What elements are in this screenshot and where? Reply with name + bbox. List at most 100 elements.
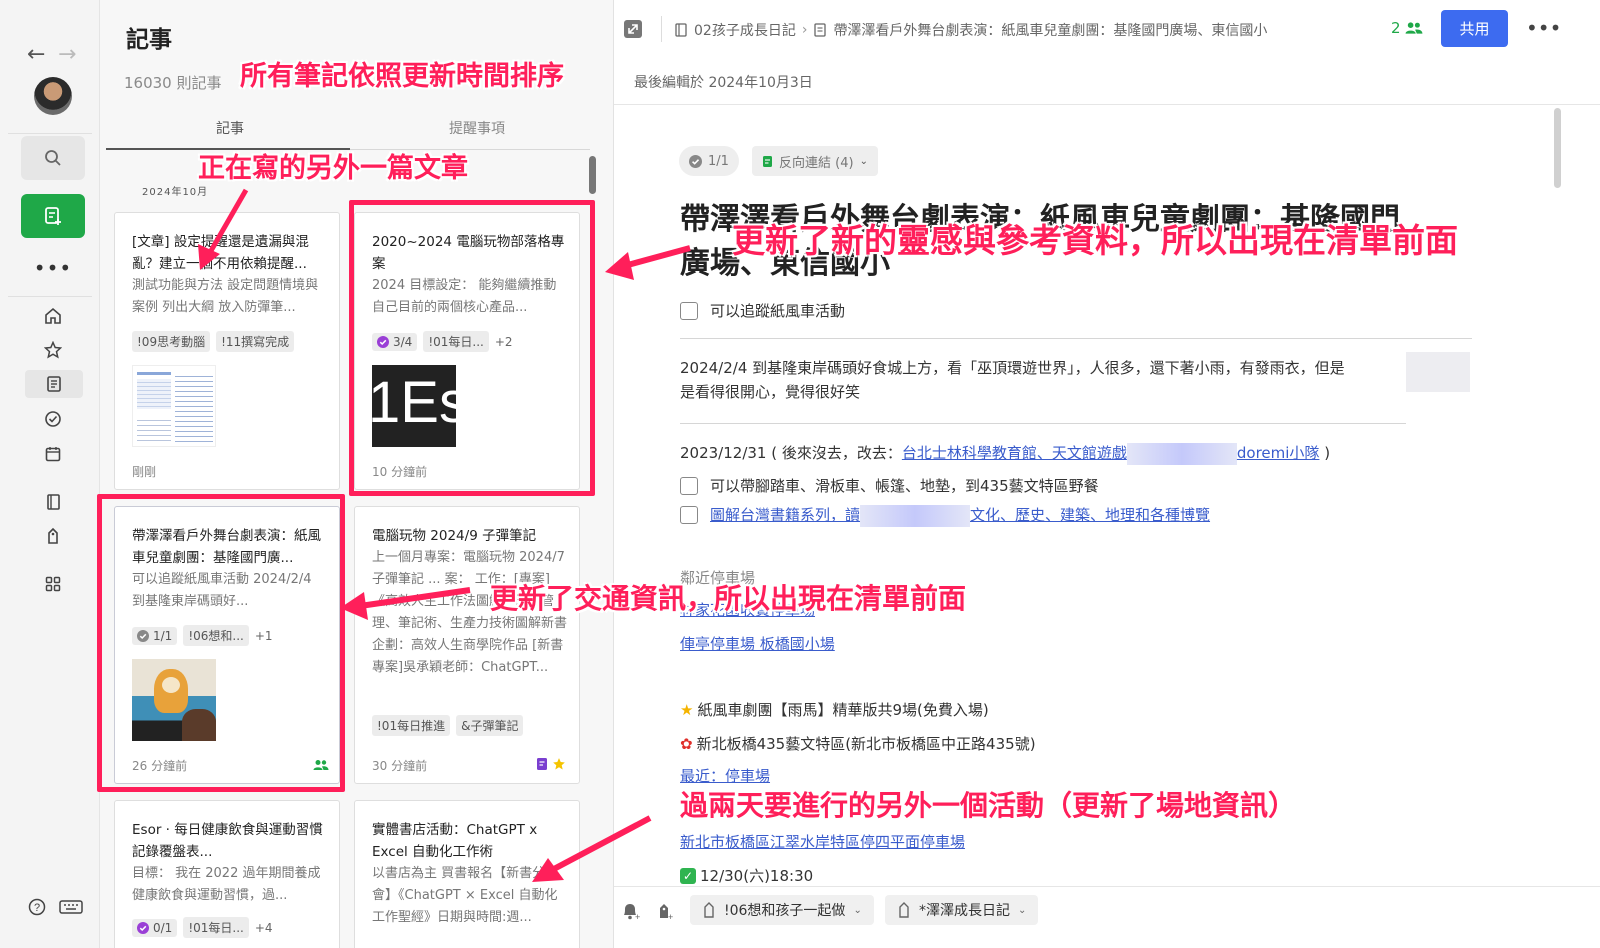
search-icon [45,150,61,166]
breadcrumb-notebook[interactable]: 02孩子成長日記 [694,20,796,40]
editor-toolbar: 02孩子成長日記 › 帶澤澤看戶外舞台劇表演：紙風車兒童劇團：基隆國門廣場、東信… [614,0,1600,58]
breadcrumb-note[interactable]: 帶澤澤看戶外舞台劇表演：紙風車兒童劇團：基隆國門廣場、東信國小 [833,20,1267,40]
checkbox[interactable] [680,301,698,320]
paragraph-text: ) [1319,444,1331,462]
link[interactable]: doremi小隊 [1237,444,1320,462]
tag[interactable]: !01每日... [423,331,489,352]
star-filled-icon [553,758,565,770]
search-button[interactable] [21,136,85,180]
note-count: 16030 則記事 [124,74,222,92]
more-button[interactable]: ••• [21,246,85,290]
reminder-bell-icon[interactable]: + [620,901,640,926]
star-icon[interactable] [38,336,68,364]
expand-icon[interactable] [622,18,646,40]
checklist-item[interactable]: 圖解台灣書籍系列，讀 文化、歷史、建築、地理和各種博覽 [680,504,1210,527]
chevron-down-icon: ⌄ [1018,904,1027,916]
more-options-icon[interactable]: ••• [1526,16,1561,40]
tag[interactable]: !06想和... [183,625,249,646]
apps-grid-icon[interactable] [38,570,68,598]
more-tags[interactable]: +4 [255,921,273,935]
scrollbar[interactable] [1554,108,1561,188]
arrow-left-icon[interactable]: ← [27,42,45,67]
tag[interactable]: !01每日... [183,917,249,938]
new-note-button[interactable] [21,194,85,238]
link[interactable]: 新北市板橋區江翠水岸特區停四平面停車場 [680,833,965,851]
keyboard-icon[interactable] [59,898,83,920]
paragraph[interactable]: ✓ 12/30(六)18:30 [680,864,813,888]
divider [680,423,1406,424]
home-icon[interactable] [38,302,68,330]
card-snippet: 2024 目標設定： 能夠繼續推動自己目前的兩個核心產品... [372,278,557,315]
tab-reminders[interactable]: 提醒事項 [449,118,505,138]
note-list-panel: 記事 16030 則記事 記事 提醒事項 2024年10月 [文章] 設定提醒還… [100,0,614,948]
backlink-note-icon [763,155,772,167]
shared-users-count[interactable]: 2 [1391,19,1423,37]
more-tags[interactable]: +2 [495,335,513,349]
card-time: 10 分鐘前 [372,465,428,479]
calendar-icon[interactable] [38,440,68,468]
checklist-text: 可以追蹤紙風車活動 [710,302,846,320]
checkbox[interactable] [680,476,698,495]
scrollbar[interactable] [589,156,596,194]
checkbox[interactable] [680,506,698,525]
divider [661,16,662,42]
more-tags[interactable]: +1 [255,629,273,643]
note-card[interactable]: 電腦玩物 2024/9 子彈筆記 上一個月專案：電腦玩物 2024/7 子彈筆記… [354,506,580,784]
note-link-icon [537,758,547,770]
star-emoji-icon: ★ [680,701,694,719]
link[interactable]: 俥亭停車場 板橋國小場 [680,635,835,653]
notes-icon[interactable] [25,370,83,398]
paragraph[interactable]: ✿ 新北板橋435藝文特區(新北市板橋區中正路435號) [680,732,1036,756]
note-card[interactable]: 實體書店活動：ChatGPT x Excel 自動化工作術 以書店為主 買書報名… [354,800,580,948]
note-card[interactable]: Esor ‧ 每日健康飲食與運動習慣記錄覆盤表... 目標： 我在 2022 過… [114,800,340,948]
tag[interactable]: !09思考動腦 [132,331,211,352]
paragraph[interactable]: 2023/12/31 ( 後來沒去，改去：台北士林科學教育館、天文館遊戲 dore… [680,441,1330,465]
task-count: 1/1 [132,626,178,645]
arrow-right-icon[interactable]: → [58,42,76,67]
add-tag-icon[interactable]: + [654,901,674,926]
link[interactable]: 文化、歷史、建築、地理和各種博覽 [970,506,1210,524]
checklist-item[interactable]: 可以帶腳踏車、滑板車、帳篷、地墊，到435藝文特區野餐 [680,475,1099,496]
new-note-icon [45,207,61,225]
tag-icon[interactable] [38,522,68,550]
link[interactable]: 圖解台灣書籍系列，讀 [710,506,860,524]
card-tags: 3/4 !01每日... +2 [372,331,513,352]
tag-bar: + + !06想和孩子一起做 ⌄ *澤澤成長日記 ⌄ [614,886,1600,948]
tasks-icon[interactable] [38,405,68,433]
paragraph-text: 2023/12/31 ( 後來沒去，改去： [680,444,902,462]
note-card-selected[interactable]: 帶澤澤看戶外舞台劇表演：紙風車兒童劇團：基隆國門廣... 可以追蹤紙風車活動 2… [114,506,340,784]
page-title: 記事 [126,27,172,53]
tag[interactable]: !01每日推進 [372,715,451,736]
blurred-region [1126,442,1237,465]
task-check-icon [377,335,389,348]
note-card[interactable]: [文章] 設定提醒還是遺漏與混亂？建立一個不用依賴提醒... 測試功能與方法 設… [114,212,340,490]
task-chip-text: 1/1 [708,153,729,169]
divider [8,133,92,134]
task-count-chip[interactable]: 1/1 [679,146,739,176]
card-snippet: 測試功能與方法 設定問題情境與案例 列出大綱 放入防彈筆... [132,278,319,315]
chevron-right-icon: › [801,22,808,38]
notebook-icon[interactable] [38,488,68,516]
paragraph[interactable]: ★ 紙風車劇團【雨馬】精華版共9場(免費入場) [680,698,989,722]
backlinks-chip[interactable]: 反向連結 (4) ⌄ [752,146,878,176]
avatar[interactable] [34,77,72,115]
note-tag[interactable]: *澤澤成長日記 ⌄ [885,895,1039,925]
paragraph[interactable]: 2024/2/4 到基隆東岸碼頭好食城上方，看「巫頂環遊世界」，人很多，還下著小… [680,356,1470,404]
help-icon[interactable]: ? [28,898,46,920]
tab-notes[interactable]: 記事 [216,118,244,138]
share-button[interactable]: 共用 [1441,10,1508,47]
link[interactable]: 台北士林科學教育館、天文館遊戲 [902,444,1127,462]
link[interactable]: 最近：停車場 [680,767,770,785]
blurred-region [860,504,971,527]
card-snippet: 上一個月專案：電腦玩物 2024/7 子彈筆記 ... 案： 工作：[專案]《高… [372,550,568,675]
chevron-down-icon: ⌄ [853,904,862,916]
paragraph-line: 是看得很開心，覺得很好笑 [680,383,861,401]
last-edited: 最後編輯於 2024年10月3日 [634,75,813,91]
checklist-item[interactable]: 可以追蹤紙風車活動 [680,300,845,321]
note-tag[interactable]: !06想和孩子一起做 ⌄ [690,895,874,925]
shared-users-icon [1405,22,1422,34]
note-card[interactable]: 2020~2024 電腦玩物部落格專案 2024 目標設定： 能夠繼續推動自己目… [354,212,580,490]
tag[interactable]: &子彈筆記 [456,715,524,736]
paragraph-text: 新北板橋435藝文特區(新北市板橋區中正路435號) [696,735,1036,753]
tag[interactable]: !11撰寫完成 [216,331,295,352]
